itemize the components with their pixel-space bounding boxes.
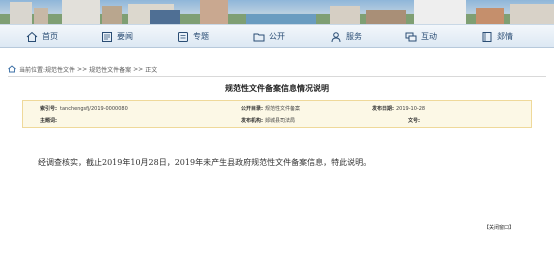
document-info-box: 索引号: tanchengsfj/2019-0000080 公开目录: 规范性文…	[22, 100, 532, 128]
nav-item-service[interactable]: 服务	[330, 25, 362, 48]
news-icon	[102, 31, 112, 42]
breadcrumb: 当前位置: 规范性文件 >> 规范性文件备案 >> 正文	[8, 64, 157, 74]
info-row: 主题词: 发布机构: 郯城县司法局 文号:	[23, 115, 531, 127]
location-icon	[8, 65, 16, 73]
docno-label: 文号:	[408, 118, 420, 124]
breadcrumb-separator: >>	[77, 65, 88, 73]
nav-label-topic: 专题	[193, 32, 209, 41]
header-banner	[0, 0, 554, 24]
index-value: tanchengsfj/2019-0000080	[60, 106, 128, 112]
nav-item-local[interactable]: 郯情	[481, 25, 513, 48]
city-skyline-image	[0, 0, 554, 24]
chat-icon	[405, 32, 417, 41]
user-icon	[331, 31, 341, 42]
home-icon	[26, 31, 38, 42]
nav-item-home[interactable]: 首页	[26, 25, 58, 48]
nav-label-local: 郯情	[497, 32, 513, 41]
date-value: 2019-10-28	[396, 106, 426, 112]
nav-label-interact: 互动	[421, 32, 437, 41]
breadcrumb-link-normative[interactable]: 规范性文件	[45, 65, 75, 74]
catalog-label: 公开目录:	[241, 106, 263, 112]
nav-label-service: 服务	[346, 32, 362, 41]
nav-label-public: 公开	[269, 32, 285, 41]
subject-label: 主题词:	[40, 118, 57, 124]
breadcrumb-separator: >>	[133, 65, 144, 73]
breadcrumb-divider	[8, 76, 546, 77]
nav-item-news[interactable]: 要闻	[101, 25, 133, 48]
close-window-link[interactable]: 【关闭窗口】	[484, 224, 514, 231]
folder-icon	[253, 33, 265, 41]
article-body: 经调查核实，截止2019年10月28日，2019年未产生县政府规范性文件备案信息…	[38, 158, 372, 167]
info-row: 索引号: tanchengsfj/2019-0000080 公开目录: 规范性文…	[23, 103, 531, 115]
date-label: 发布日期:	[372, 106, 394, 112]
catalog-value: 规范性文件备案	[265, 106, 301, 112]
nav-item-topic[interactable]: 专题	[177, 25, 209, 48]
nav-item-public[interactable]: 公开	[253, 25, 285, 48]
topic-icon	[178, 31, 188, 42]
index-label: 索引号:	[40, 106, 57, 112]
org-label: 发布机构:	[241, 118, 263, 124]
book-icon	[482, 31, 492, 42]
page-title: 规范性文件备案信息情况说明	[225, 83, 329, 93]
org-value: 郯城县司法局	[265, 118, 296, 124]
breadcrumb-prefix: 当前位置:	[19, 66, 46, 74]
nav-label-home: 首页	[42, 32, 58, 41]
nav-item-interact[interactable]: 互动	[405, 25, 437, 48]
nav-label-news: 要闻	[117, 32, 133, 41]
main-nav: 首页 要闻 专题 公开 服务 互动 郯情	[0, 24, 554, 48]
breadcrumb-current: 正文	[145, 66, 158, 74]
breadcrumb-link-filing[interactable]: 规范性文件备案	[89, 65, 131, 74]
